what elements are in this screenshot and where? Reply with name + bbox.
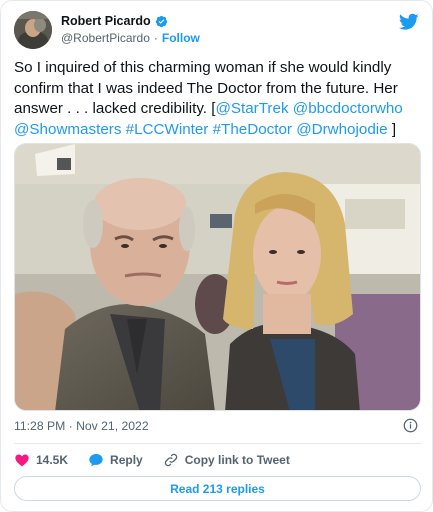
mention-startrek[interactable]: @StarTrek — [215, 100, 288, 117]
tweet-timestamp[interactable]: 11:28 PM · Nov 21, 2022 — [14, 419, 149, 433]
like-button[interactable]: 14.5K — [14, 452, 68, 468]
tweet-header: Robert Picardo @RobertPicardo · Follow — [14, 11, 421, 51]
heart-icon — [15, 454, 29, 467]
separator-dot: · — [153, 31, 158, 45]
tweet-embed-card: Robert Picardo @RobertPicardo · Follow S… — [0, 0, 433, 512]
reply-bubble-icon — [89, 454, 103, 467]
like-count: 14.5K — [36, 453, 69, 467]
tweet-text-end: ] — [387, 120, 397, 138]
info-icon[interactable] — [403, 418, 418, 433]
tweet-photo[interactable] — [14, 143, 421, 411]
reply-label: Reply — [110, 453, 143, 467]
mention-bbcdoctorwho[interactable]: @bbcdoctorwho — [293, 100, 403, 117]
hashtag-thedoctor[interactable]: #TheDoctor — [213, 121, 292, 138]
avatar[interactable] — [14, 11, 52, 49]
mention-showmasters[interactable]: @Showmasters — [14, 121, 121, 138]
author-name[interactable]: Robert Picardo — [61, 14, 151, 28]
reply-button[interactable]: Reply — [88, 452, 143, 468]
handle-row: @RobertPicardo · Follow — [61, 31, 200, 45]
twitter-bird-icon[interactable] — [398, 13, 419, 31]
hashtag-lccwinter[interactable]: #LCCWinter — [126, 121, 209, 138]
mention-drwhojodie[interactable]: @Drwhojodie — [296, 121, 387, 138]
tweet-text: So I inquired of this charming woman if … — [14, 58, 426, 140]
tweet-actions: 14.5K Reply Copy link to Tweet — [14, 451, 310, 469]
verified-badge-icon — [155, 15, 168, 28]
link-icon — [164, 453, 177, 467]
copy-link-button[interactable]: Copy link to Tweet — [163, 452, 290, 468]
author-handle[interactable]: @RobertPicardo — [61, 31, 150, 45]
copy-link-label: Copy link to Tweet — [184, 453, 290, 467]
read-replies-button[interactable]: Read 213 replies — [14, 476, 421, 501]
follow-button[interactable]: Follow — [162, 31, 200, 45]
divider — [14, 443, 421, 444]
name-row: Robert Picardo — [61, 14, 168, 28]
